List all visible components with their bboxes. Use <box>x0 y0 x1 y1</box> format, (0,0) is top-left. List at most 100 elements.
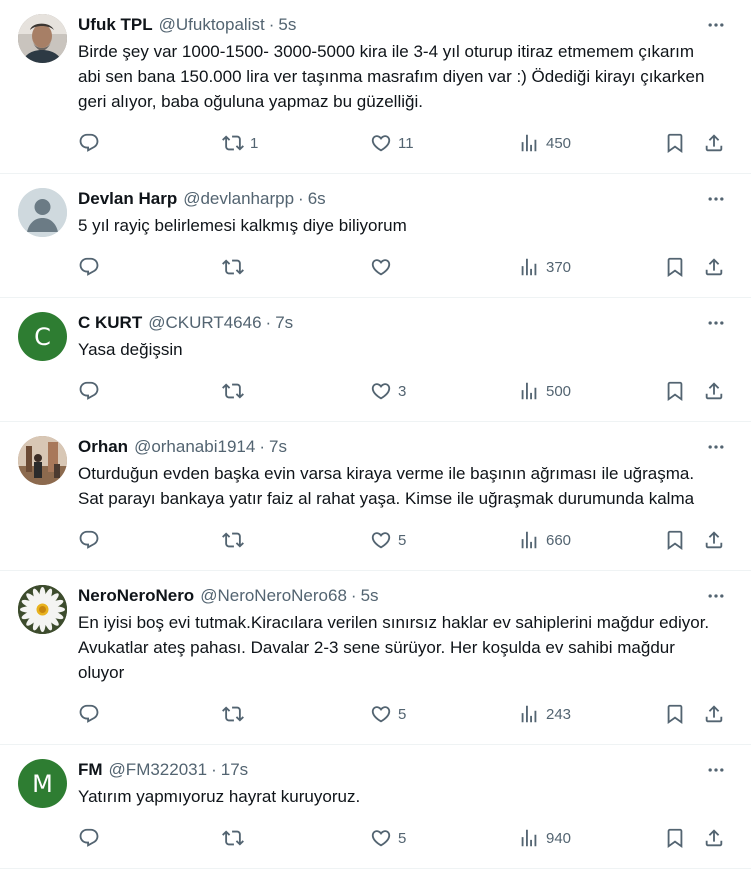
more-icon[interactable] <box>703 14 729 36</box>
more-icon[interactable] <box>703 312 729 334</box>
more-icon[interactable] <box>703 436 729 458</box>
like-button[interactable]: 5 <box>370 703 406 725</box>
like-count: 5 <box>398 705 407 723</box>
avatar[interactable] <box>18 14 67 63</box>
avatar[interactable] <box>18 585 67 634</box>
tweet[interactable]: Devlan Harp @devlanharpp · 6s 5 yıl rayiç be… <box>0 174 751 298</box>
retweet-button[interactable] <box>222 703 250 725</box>
separator-dot: · <box>298 189 304 208</box>
tweet[interactable]: Orhan @orhanabi1914 · 7s Oturduğun evden baş… <box>0 422 751 571</box>
tweet-text: Yatırım yapmıyoruz hayrat kuruyoruz. <box>78 787 361 806</box>
bookmark-button[interactable] <box>664 529 686 551</box>
tweet[interactable]: Ufuk TPL @Ufuktopalist · 5s Birde şey var 10… <box>0 0 751 174</box>
timestamp[interactable]: 5s <box>278 14 296 36</box>
timestamp[interactable]: 6s <box>308 188 326 210</box>
retweet-button[interactable]: 1 <box>222 132 258 154</box>
user-handle[interactable]: @orhanabi1914 <box>134 436 255 458</box>
views-button[interactable]: 500 <box>518 380 571 402</box>
more-icon[interactable] <box>703 585 729 607</box>
reply-button[interactable] <box>78 827 106 849</box>
display-name[interactable]: Devlan Harp <box>78 188 177 210</box>
share-icon <box>703 380 725 402</box>
tweet[interactable]: M FM @FM322031 · 17s Yatırım yapmıyoruz hayra… <box>0 745 751 869</box>
display-name[interactable]: FM <box>78 759 103 781</box>
retweet-button[interactable] <box>222 380 250 402</box>
reply-icon <box>78 132 100 154</box>
bookmark-button[interactable] <box>664 703 686 725</box>
timestamp[interactable]: 5s <box>361 585 379 607</box>
user-handle[interactable]: @NeroNeroNero68 <box>200 585 347 607</box>
reply-button[interactable] <box>78 380 106 402</box>
display-name[interactable]: NeroNeroNero <box>78 585 194 607</box>
share-button[interactable] <box>703 132 725 154</box>
display-name[interactable]: Ufuk TPL <box>78 14 153 36</box>
tweet-actions: 5 940 <box>0 817 735 868</box>
display-name[interactable]: Orhan <box>78 436 128 458</box>
bookmark-icon <box>664 132 686 154</box>
share-button[interactable] <box>703 256 725 278</box>
retweet-button[interactable] <box>222 827 250 849</box>
more-icon[interactable] <box>703 188 729 210</box>
user-handle[interactable]: @Ufuktopalist <box>159 14 265 36</box>
views-button[interactable]: 940 <box>518 827 571 849</box>
display-name[interactable]: C KURT <box>78 312 142 334</box>
bookmark-icon <box>664 529 686 551</box>
views-button[interactable]: 450 <box>518 132 571 154</box>
retweet-button[interactable] <box>222 256 250 278</box>
like-button[interactable] <box>370 256 398 278</box>
like-button[interactable]: 3 <box>370 380 406 402</box>
avatar[interactable] <box>18 188 67 237</box>
reply-icon <box>78 380 100 402</box>
tweet-actions: 1 11 450 <box>0 122 735 173</box>
bookmark-icon <box>664 703 686 725</box>
bookmark-button[interactable] <box>664 132 686 154</box>
reply-button[interactable] <box>78 256 106 278</box>
more-icon[interactable] <box>703 759 729 781</box>
user-handle[interactable]: @devlanharpp <box>183 188 294 210</box>
timestamp[interactable]: 17s <box>221 759 248 781</box>
avatar[interactable] <box>18 436 67 485</box>
separator-dot: · <box>265 313 272 332</box>
tweet[interactable]: C C KURT @CKURT4646 · 7s Yasa değişsin 3 500 <box>0 298 751 422</box>
like-button[interactable]: 5 <box>370 529 406 551</box>
bookmark-button[interactable] <box>664 380 686 402</box>
tweet-text: Oturduğun evden başka evin varsa kiraya … <box>78 464 695 508</box>
like-count: 5 <box>398 829 407 847</box>
reply-button[interactable] <box>78 703 106 725</box>
share-button[interactable] <box>703 703 725 725</box>
timestamp[interactable]: 7s <box>275 312 293 334</box>
bookmark-icon <box>664 380 686 402</box>
tweet-header: C KURT @CKURT4646 · 7s <box>78 310 735 336</box>
reply-button[interactable] <box>78 529 106 551</box>
heart-icon <box>370 380 392 402</box>
views-icon <box>518 827 540 849</box>
bookmark-button[interactable] <box>664 256 686 278</box>
share-button[interactable] <box>703 529 725 551</box>
like-button[interactable]: 5 <box>370 827 406 849</box>
views-button[interactable]: 660 <box>518 529 571 551</box>
views-icon <box>518 529 540 551</box>
bookmark-button[interactable] <box>664 827 686 849</box>
like-button[interactable]: 11 <box>370 132 414 154</box>
share-button[interactable] <box>703 827 725 849</box>
tweet-header: FM @FM322031 · 17s <box>78 757 735 783</box>
separator-dot: · <box>211 760 217 779</box>
reply-button[interactable] <box>78 132 106 154</box>
views-button[interactable]: 243 <box>518 703 571 725</box>
avatar[interactable]: M <box>18 759 67 808</box>
timestamp[interactable]: 7s <box>269 436 287 458</box>
avatar[interactable]: C <box>18 312 67 361</box>
tweet[interactable]: NeroNeroNero @NeroNeroNero68 · 5s En iyisi b… <box>0 571 751 745</box>
views-button[interactable]: 370 <box>518 256 571 278</box>
user-handle[interactable]: @CKURT4646 <box>148 312 261 334</box>
tweet-actions: 5 660 <box>0 519 735 570</box>
retweet-icon <box>222 529 244 551</box>
share-icon <box>703 827 725 849</box>
retweet-icon <box>222 703 244 725</box>
retweet-button[interactable] <box>222 529 250 551</box>
avatar-letter: M <box>32 769 53 798</box>
share-button[interactable] <box>703 380 725 402</box>
heart-icon <box>370 132 392 154</box>
user-handle[interactable]: @FM322031 <box>109 759 208 781</box>
tweet-text: 5 yıl rayiç belirlemesi kalkmış diye bil… <box>78 216 407 235</box>
